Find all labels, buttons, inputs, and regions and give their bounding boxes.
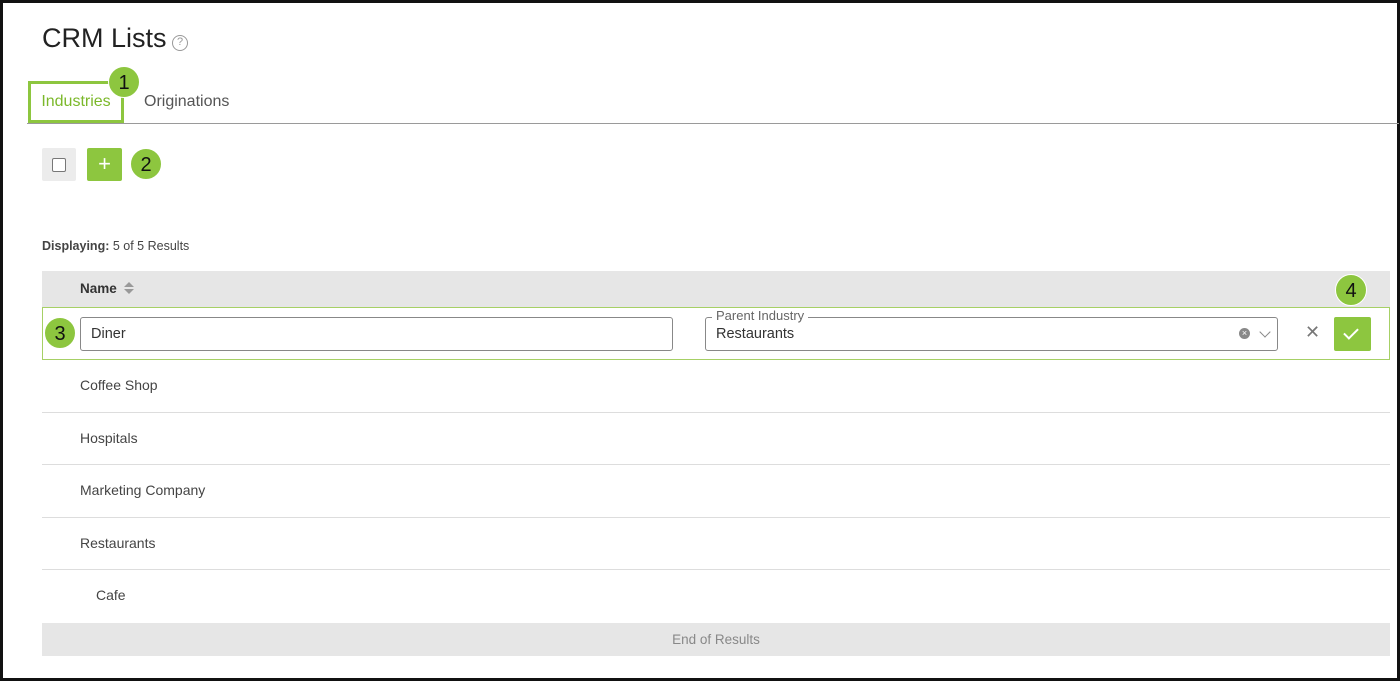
table-row[interactable]: Restaurants [42, 518, 1390, 570]
results-count-text: 5 of 5 Results [112, 239, 190, 253]
name-input[interactable] [80, 317, 673, 351]
callout-3: 3 [44, 317, 76, 349]
edit-row: Parent Industry Restaurants × ✕ [42, 307, 1390, 360]
end-of-results: End of Results [42, 622, 1390, 656]
row-name: Restaurants [80, 534, 156, 551]
tab-bar: Industries Originations [27, 81, 1399, 124]
table-header: Name [42, 271, 1390, 307]
clear-icon[interactable]: × [1239, 328, 1250, 339]
table-row[interactable]: Cafe [42, 570, 1390, 623]
table-row[interactable]: Marketing Company [42, 465, 1390, 518]
table-row[interactable]: Coffee Shop [42, 360, 1390, 413]
sort-icon[interactable] [124, 282, 134, 296]
row-name: Hospitals [80, 429, 138, 446]
tab-originations[interactable]: Originations [134, 81, 239, 123]
select-all-checkbox[interactable] [42, 148, 76, 181]
help-icon[interactable]: ? [172, 35, 188, 51]
app-window: CRM Lists ? Industries Originations 1 + … [0, 0, 1400, 681]
cancel-icon[interactable]: ✕ [1305, 322, 1320, 343]
parent-industry-value: Restaurants [716, 326, 795, 342]
check-icon [1343, 324, 1359, 340]
column-header-name[interactable]: Name [80, 281, 117, 296]
results-count: Displaying: 5 of 5 Results [42, 239, 189, 253]
row-name: Marketing Company [80, 482, 206, 498]
parent-industry-select[interactable]: Parent Industry Restaurants × [705, 309, 1278, 351]
table-row[interactable]: Hospitals [42, 413, 1390, 465]
page-title: CRM Lists [42, 23, 167, 53]
callout-2: 2 [130, 148, 162, 180]
parent-industry-label: Parent Industry [712, 309, 809, 323]
results-prefix: Displaying: [42, 239, 110, 253]
row-name: Cafe [96, 587, 126, 603]
industries-table: Name Parent Industry Restaurants × ✕ Cof… [42, 271, 1390, 656]
confirm-button[interactable] [1334, 317, 1371, 351]
checkbox-icon [52, 158, 66, 172]
chevron-down-icon[interactable] [1259, 326, 1271, 338]
add-button[interactable]: + [87, 148, 122, 181]
row-name: Coffee Shop [80, 377, 158, 393]
callout-4: 4 [1335, 274, 1367, 306]
callout-1: 1 [108, 66, 140, 98]
